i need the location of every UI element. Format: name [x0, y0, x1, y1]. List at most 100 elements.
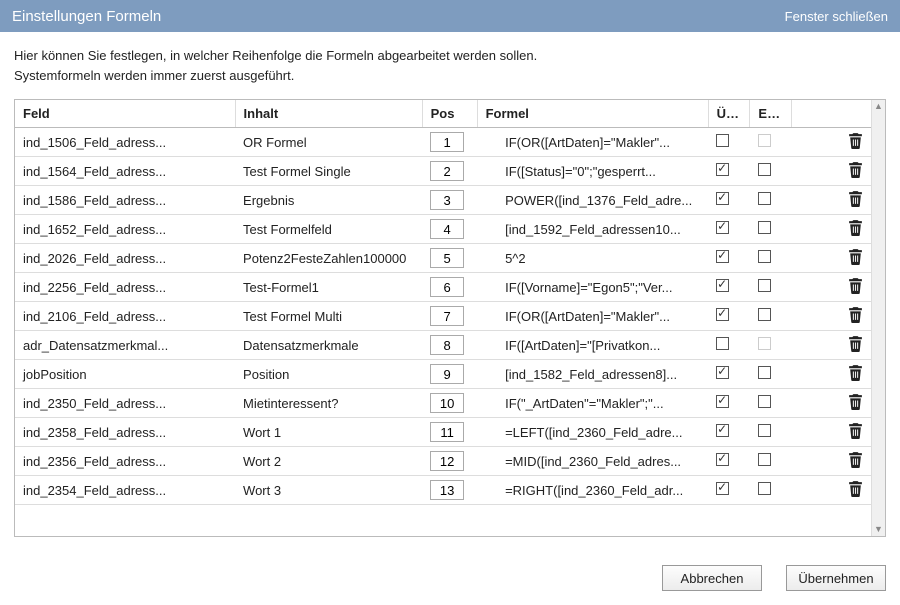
- table-row[interactable]: ind_1506_Feld_adress...OR FormelIF(OR([A…: [15, 128, 871, 157]
- table-row[interactable]: jobPositionPosition[ind_1582_Feld_adress…: [15, 360, 871, 389]
- trash-icon[interactable]: [848, 306, 863, 323]
- ueber-checkbox[interactable]: [716, 163, 729, 176]
- table-row[interactable]: ind_2350_Feld_adress...Mietinteressent?I…: [15, 389, 871, 418]
- edit-checkbox[interactable]: [758, 366, 771, 379]
- col-header-inhalt[interactable]: Inhalt: [235, 100, 422, 128]
- pos-input[interactable]: [430, 422, 464, 442]
- ueber-checkbox[interactable]: [716, 221, 729, 234]
- ueber-checkbox[interactable]: [716, 424, 729, 437]
- pos-input[interactable]: [430, 219, 464, 239]
- table-row[interactable]: adr_Datensatzmerkmal...Datensatzmerkmale…: [15, 331, 871, 360]
- ueber-checkbox[interactable]: [716, 482, 729, 495]
- ueber-checkbox[interactable]: [716, 453, 729, 466]
- cell-pos: [422, 244, 477, 273]
- cell-edit: [750, 447, 792, 476]
- edit-checkbox[interactable]: [758, 279, 771, 292]
- cell-feld: adr_Datensatzmerkmal...: [15, 331, 235, 360]
- edit-checkbox[interactable]: [758, 453, 771, 466]
- table-row[interactable]: ind_2256_Feld_adress...Test-Formel1IF([V…: [15, 273, 871, 302]
- cell-formel: IF([Status]="0";"gesperrt...: [477, 157, 708, 186]
- table-row[interactable]: ind_1652_Feld_adress...Test Formelfeld[i…: [15, 215, 871, 244]
- cell-edit: [750, 389, 792, 418]
- scroll-up-icon[interactable]: ▲: [874, 102, 883, 111]
- trash-icon[interactable]: [848, 248, 863, 265]
- cell-pos: [422, 128, 477, 157]
- col-header-formel[interactable]: Formel: [477, 100, 708, 128]
- pos-input[interactable]: [430, 190, 464, 210]
- cell-ueber: [708, 418, 750, 447]
- cell-delete: [792, 389, 871, 418]
- ueber-checkbox[interactable]: [716, 395, 729, 408]
- pos-input[interactable]: [430, 161, 464, 181]
- ueber-checkbox[interactable]: [716, 279, 729, 292]
- cell-pos: [422, 157, 477, 186]
- ueber-checkbox[interactable]: [716, 250, 729, 263]
- edit-checkbox[interactable]: [758, 482, 771, 495]
- col-header-feld[interactable]: Feld: [15, 100, 235, 128]
- table-row[interactable]: ind_2356_Feld_adress...Wort 2=MID([ind_2…: [15, 447, 871, 476]
- table-row[interactable]: ind_1586_Feld_adress...ErgebnisPOWER([in…: [15, 186, 871, 215]
- pos-input[interactable]: [430, 132, 464, 152]
- scroll-down-icon[interactable]: ▼: [874, 525, 883, 534]
- edit-checkbox[interactable]: [758, 192, 771, 205]
- trash-icon[interactable]: [848, 277, 863, 294]
- edit-checkbox[interactable]: [758, 424, 771, 437]
- ueber-checkbox[interactable]: [716, 337, 729, 350]
- cell-inhalt: Wort 3: [235, 476, 422, 505]
- pos-input[interactable]: [430, 335, 464, 355]
- vertical-scrollbar[interactable]: ▲ ▼: [871, 100, 885, 536]
- trash-icon[interactable]: [848, 422, 863, 439]
- pos-input[interactable]: [430, 393, 464, 413]
- cell-feld: ind_2256_Feld_adress...: [15, 273, 235, 302]
- cell-ueber: [708, 128, 750, 157]
- cell-formel: 5^2: [477, 244, 708, 273]
- trash-icon[interactable]: [848, 190, 863, 207]
- ueber-checkbox[interactable]: [716, 192, 729, 205]
- close-window-link[interactable]: Fenster schließen: [785, 9, 888, 24]
- cell-formel: IF(OR([ArtDaten]="Makler"...: [477, 302, 708, 331]
- table-row[interactable]: ind_2354_Feld_adress...Wort 3=RIGHT([ind…: [15, 476, 871, 505]
- cell-delete: [792, 302, 871, 331]
- trash-icon[interactable]: [848, 219, 863, 236]
- cell-delete: [792, 186, 871, 215]
- cell-feld: ind_2354_Feld_adress...: [15, 476, 235, 505]
- trash-icon[interactable]: [848, 393, 863, 410]
- cell-pos: [422, 418, 477, 447]
- table-row[interactable]: ind_2358_Feld_adress...Wort 1=LEFT([ind_…: [15, 418, 871, 447]
- ueber-checkbox[interactable]: [716, 308, 729, 321]
- col-header-pos[interactable]: Pos: [422, 100, 477, 128]
- pos-input[interactable]: [430, 306, 464, 326]
- table-row[interactable]: ind_2106_Feld_adress...Test Formel Multi…: [15, 302, 871, 331]
- cancel-button[interactable]: Abbrechen: [662, 565, 762, 591]
- pos-input[interactable]: [430, 277, 464, 297]
- titlebar: Einstellungen Formeln Fenster schließen: [0, 0, 900, 32]
- pos-input[interactable]: [430, 451, 464, 471]
- trash-icon[interactable]: [848, 161, 863, 178]
- trash-icon[interactable]: [848, 335, 863, 352]
- table-row[interactable]: ind_1564_Feld_adress...Test Formel Singl…: [15, 157, 871, 186]
- cell-delete: [792, 331, 871, 360]
- col-header-delete: [792, 100, 871, 128]
- trash-icon[interactable]: [848, 451, 863, 468]
- trash-icon[interactable]: [848, 132, 863, 149]
- cell-delete: [792, 476, 871, 505]
- pos-input[interactable]: [430, 364, 464, 384]
- ueber-checkbox[interactable]: [716, 366, 729, 379]
- edit-checkbox[interactable]: [758, 221, 771, 234]
- pos-input[interactable]: [430, 480, 464, 500]
- cell-pos: [422, 447, 477, 476]
- cell-pos: [422, 273, 477, 302]
- table-row[interactable]: ind_2026_Feld_adress...Potenz2FesteZahle…: [15, 244, 871, 273]
- pos-input[interactable]: [430, 248, 464, 268]
- trash-icon[interactable]: [848, 480, 863, 497]
- col-header-edit[interactable]: Edit...: [750, 100, 792, 128]
- ueber-checkbox[interactable]: [716, 134, 729, 147]
- apply-button[interactable]: Übernehmen: [786, 565, 886, 591]
- edit-checkbox[interactable]: [758, 308, 771, 321]
- cell-feld: jobPosition: [15, 360, 235, 389]
- edit-checkbox[interactable]: [758, 250, 771, 263]
- edit-checkbox[interactable]: [758, 395, 771, 408]
- col-header-ueber[interactable]: Übe...: [708, 100, 750, 128]
- trash-icon[interactable]: [848, 364, 863, 381]
- edit-checkbox[interactable]: [758, 163, 771, 176]
